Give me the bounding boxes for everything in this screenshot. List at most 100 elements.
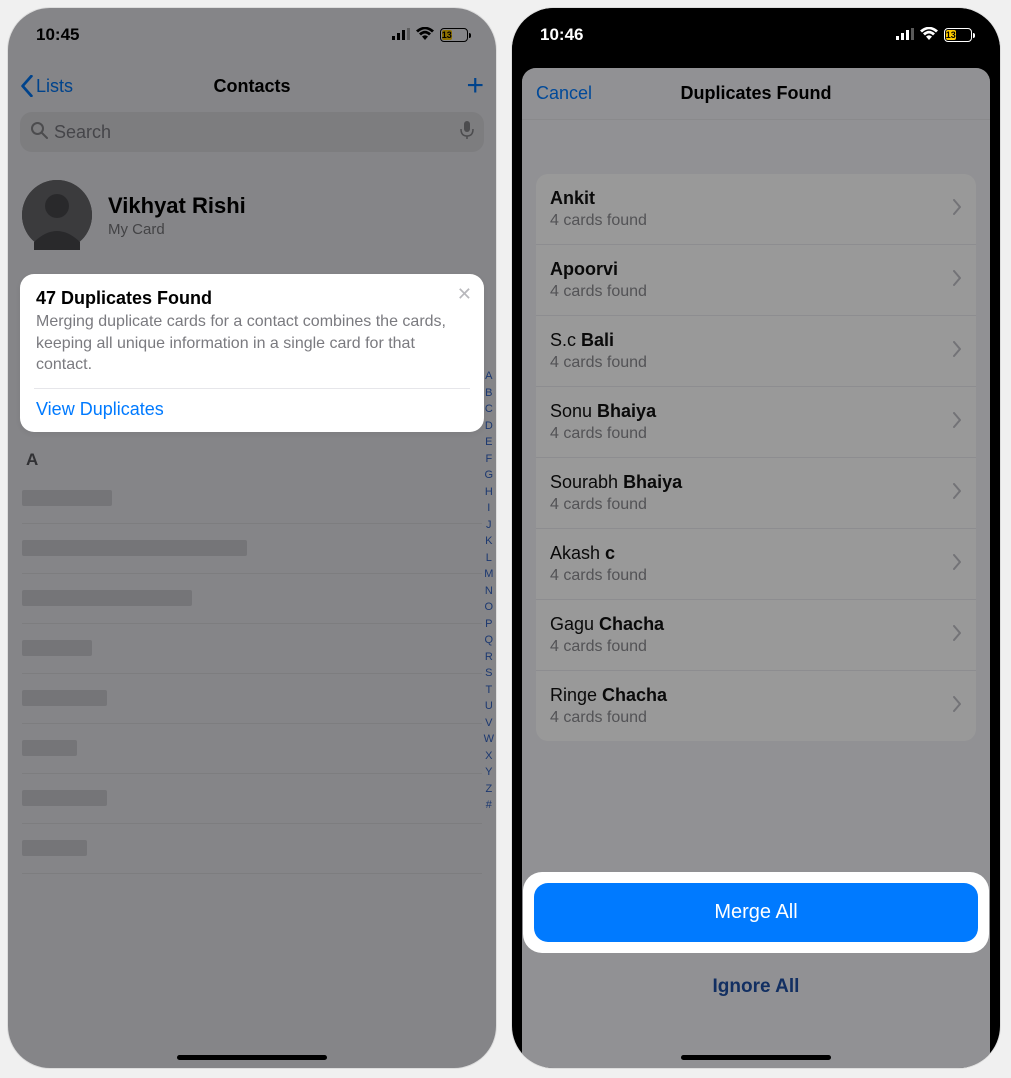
duplicate-name: Ringe Chacha (550, 685, 942, 706)
close-icon[interactable]: ✕ (457, 284, 472, 305)
index-letter[interactable]: G (484, 467, 494, 484)
duplicate-row[interactable]: S.c Bali 4 cards found (536, 316, 976, 387)
my-card[interactable]: Vikhyat Rishi My Card (8, 160, 496, 274)
duplicate-name: Akash c (550, 543, 942, 564)
index-strip[interactable]: ABCDEFGHIJKLMNOPQRSTUVWXYZ# (484, 368, 494, 814)
index-letter[interactable]: J (484, 517, 494, 534)
index-letter[interactable]: F (484, 451, 494, 468)
index-letter[interactable]: O (484, 599, 494, 616)
index-letter[interactable]: B (484, 385, 494, 402)
my-card-sub: My Card (108, 221, 246, 238)
add-button[interactable]: + (466, 69, 484, 103)
duplicate-row[interactable]: Sonu Bhaiya4 cards found (536, 387, 976, 458)
duplicate-name: Sourabh Bhaiya (550, 472, 942, 493)
chevron-right-icon (952, 625, 962, 646)
index-letter[interactable]: # (484, 797, 494, 814)
my-card-name: Vikhyat Rishi (108, 193, 246, 219)
index-letter[interactable]: X (484, 748, 494, 765)
index-letter[interactable]: D (484, 418, 494, 435)
index-letter[interactable]: Y (484, 764, 494, 781)
index-letter[interactable]: T (484, 682, 494, 699)
index-letter[interactable]: P (484, 616, 494, 633)
chevron-right-icon (952, 483, 962, 504)
chevron-right-icon (952, 270, 962, 291)
chevron-right-icon (952, 341, 962, 362)
list-item[interactable] (22, 724, 482, 774)
duplicate-sub: 4 cards found (550, 496, 942, 514)
status-bar: 10:46 13 (512, 8, 1000, 62)
list-item[interactable] (22, 674, 482, 724)
cellular-icon (392, 25, 410, 45)
index-letter[interactable]: E (484, 434, 494, 451)
duplicates-card: ✕ 47 Duplicates Found Merging duplicate … (20, 274, 484, 432)
search-bar[interactable] (20, 112, 484, 152)
index-letter[interactable]: I (484, 500, 494, 517)
chevron-right-icon (952, 199, 962, 220)
index-letter[interactable]: Q (484, 632, 494, 649)
home-indicator (177, 1055, 327, 1060)
list-item[interactable] (22, 774, 482, 824)
duplicate-sub: 4 cards found (550, 212, 942, 230)
duplicate-sub: 4 cards found (550, 638, 942, 656)
index-letter[interactable]: N (484, 583, 494, 600)
duplicate-row[interactable]: Gagu Chacha 4 cards found (536, 600, 976, 671)
section-header: A (8, 450, 496, 474)
status-time: 10:45 (36, 25, 79, 45)
duplicate-sub: 4 cards found (550, 709, 942, 727)
index-letter[interactable]: Z (484, 781, 494, 798)
right-phone: 10:46 13 Cancel Duplicates Found Ankit4 … (512, 8, 1000, 1068)
page-title: Contacts (8, 76, 496, 97)
index-letter[interactable]: W (484, 731, 494, 748)
chevron-right-icon (952, 554, 962, 575)
duplicate-row[interactable]: Sourabh Bhaiya 4 cards found (536, 458, 976, 529)
battery-level: 13 (946, 30, 956, 40)
index-letter[interactable]: H (484, 484, 494, 501)
index-letter[interactable]: A (484, 368, 494, 385)
chevron-right-icon (952, 412, 962, 433)
status-time: 10:46 (540, 25, 583, 45)
back-label: Lists (36, 76, 73, 97)
left-phone: 10:45 13 Lists Contacts + (8, 8, 496, 1068)
duplicate-row[interactable]: Apoorvi4 cards found (536, 245, 976, 316)
index-letter[interactable]: S (484, 665, 494, 682)
index-letter[interactable]: C (484, 401, 494, 418)
index-letter[interactable]: M (484, 566, 494, 583)
index-letter[interactable]: V (484, 715, 494, 732)
index-letter[interactable]: U (484, 698, 494, 715)
duplicate-row[interactable]: Ankit4 cards found (536, 174, 976, 245)
back-button[interactable]: Lists (20, 75, 73, 97)
duplicate-name: S.c Bali (550, 330, 942, 351)
cancel-button[interactable]: Cancel (536, 83, 592, 104)
duplicate-name: Sonu Bhaiya (550, 401, 942, 422)
list-item[interactable] (22, 474, 482, 524)
index-letter[interactable]: L (484, 550, 494, 567)
search-input[interactable] (54, 122, 454, 143)
list-item[interactable] (22, 574, 482, 624)
battery-level: 13 (442, 30, 452, 40)
divider (34, 388, 470, 389)
battery-icon: 13 (944, 28, 972, 42)
mic-icon[interactable] (460, 120, 474, 145)
list-item[interactable] (22, 524, 482, 574)
dup-card-body: Merging duplicate cards for a contact co… (36, 311, 468, 376)
index-letter[interactable]: K (484, 533, 494, 550)
duplicate-sub: 4 cards found (550, 354, 942, 372)
duplicate-row[interactable]: Ringe Chacha 4 cards found (536, 671, 976, 741)
list-item[interactable] (22, 824, 482, 874)
merge-all-button[interactable]: Merge All (534, 883, 978, 942)
duplicate-row[interactable]: Akash c 4 cards found (536, 529, 976, 600)
home-indicator (681, 1055, 831, 1060)
chevron-right-icon (952, 696, 962, 717)
status-bar: 10:45 13 (8, 8, 496, 62)
index-letter[interactable]: R (484, 649, 494, 666)
search-icon (30, 121, 48, 144)
wifi-icon (920, 25, 938, 45)
duplicate-sub: 4 cards found (550, 567, 942, 585)
cellular-icon (896, 25, 914, 45)
wifi-icon (416, 25, 434, 45)
duplicate-name: Gagu Chacha (550, 614, 942, 635)
list-item[interactable] (22, 624, 482, 674)
ignore-all-button[interactable]: Ignore All (522, 976, 990, 998)
duplicates-list: Ankit4 cards foundApoorvi4 cards foundS.… (536, 174, 976, 741)
view-duplicates-link[interactable]: View Duplicates (36, 399, 468, 420)
